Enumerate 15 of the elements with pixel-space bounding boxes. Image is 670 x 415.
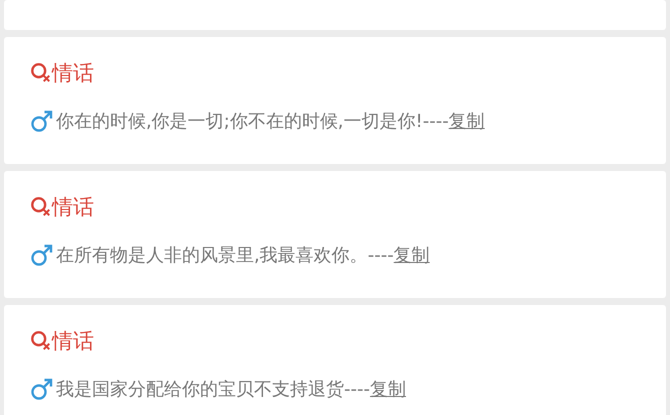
quote-text: 你在的时候,你是一切;你不在的时候,一切是你!----复制 [56,110,485,133]
card-title: 情话 [52,60,94,87]
copy-link[interactable]: 复制 [394,245,430,266]
card-title: 情话 [52,194,94,221]
card-title: 情话 [52,328,94,355]
copy-link[interactable]: 复制 [370,379,406,400]
mars-icon [30,377,54,401]
mars-icon [30,243,54,267]
mars-icon [30,109,54,133]
copy-link[interactable]: 复制 [448,111,485,132]
quote-text: 我是国家分配给你的宝贝不支持退货----复制 [56,378,406,401]
quote-text: 在所有物是人非的风景里,我最喜欢你。----复制 [56,244,430,267]
venus-icon [30,196,52,218]
venus-icon [30,62,52,84]
venus-icon [30,330,52,352]
